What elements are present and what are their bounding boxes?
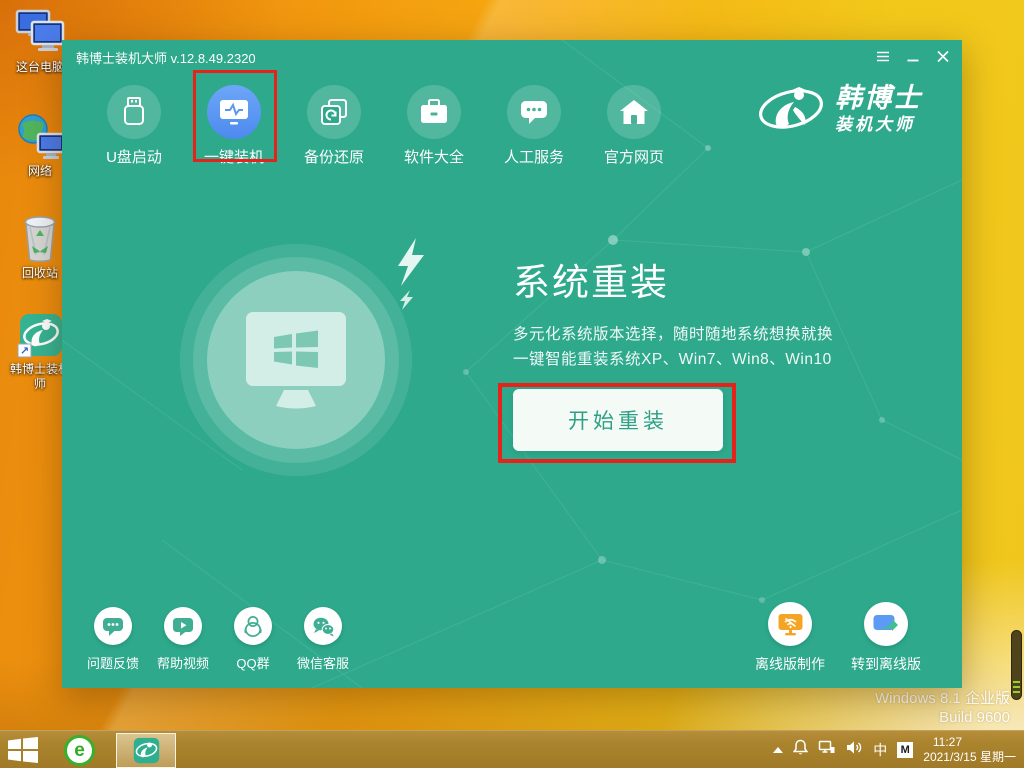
hanboshi-app-icon [132,736,161,765]
titlebar: 韩博士装机大师 v.12.8.49.2320 [62,40,962,70]
hero-system-circle [180,244,412,476]
offline-label: 转到离线版 [838,654,934,674]
video-bubble-icon [172,616,194,637]
offline-actions: 离线版制作 转到离线版 [742,602,934,674]
app-window: 韩博士装机大师 v.12.8.49.2320 [62,40,962,688]
clock-date: 2021/3/15 星期一 [923,750,1016,764]
software-briefcase-icon [418,97,450,127]
wechat-icon [312,616,335,637]
screen-edge-widget[interactable] [1011,630,1022,700]
volume-tray-button[interactable] [846,740,863,760]
support-links: 问题反馈 帮助视频 [78,607,358,672]
support-item-feedback[interactable]: 问题反馈 [78,607,148,672]
clock-time: 11:27 [923,735,1016,750]
support-label: 帮助视频 [148,653,218,672]
nav-item-usb-boot[interactable]: U盘启动 [84,85,184,167]
chat-service-icon [518,97,550,127]
hero-section: 系统重装 多元化系统版本选择，随时随地系统想换就换 一键智能重装系统XP、Win… [513,252,833,372]
nav-item-one-key-install[interactable]: 一键装机 [184,85,284,167]
watermark-build: Build 9600 [939,709,1010,726]
feedback-bubble-icon [102,616,124,637]
hanboshi-logo-icon [757,82,825,136]
windows-monitor-icon [239,308,353,412]
qq-penguin-icon [242,615,264,637]
offline-item-make[interactable]: 离线版制作 [742,602,838,674]
brand-name: 韩博士 [835,85,922,112]
nav-label: 软件大全 [384,146,484,167]
lightning-bolt-icon [392,238,438,312]
close-button[interactable] [936,50,950,63]
recycle-bin-icon [16,210,64,264]
support-label: 微信客服 [288,653,358,672]
main-nav: U盘启动 一键装机 [84,85,684,167]
window-title: 韩博士装机大师 v.12.8.49.2320 [76,48,256,67]
windows-start-icon [8,737,38,763]
hero-desc-line2: 一键智能重装系统XP、Win7、Win8、Win10 [513,351,832,368]
support-item-help-videos[interactable]: 帮助视频 [148,607,218,672]
nav-item-software-collection[interactable]: 软件大全 [384,85,484,167]
menu-button[interactable] [876,50,890,63]
system-tray: 中 M 11:27 2021/3/15 星期一 [773,731,1018,768]
brand-subtitle: 装机大师 [835,116,922,133]
start-button[interactable] [8,737,38,763]
hero-desc-line1: 多元化系统版本选择，随时随地系统想换就换 [513,326,833,343]
hanboshi-shortcut-icon: ↗ [16,312,64,360]
ime-mode-button[interactable]: M [897,742,913,758]
network-icon [818,740,836,755]
network-tray-button[interactable] [818,740,836,760]
watermark-edition: Windows 8.1 企业版 [875,690,1010,707]
offline-make-icon [777,611,804,638]
speaker-icon [846,740,863,755]
nav-item-human-service[interactable]: 人工服务 [484,85,584,167]
usb-drive-icon [119,96,149,128]
show-hidden-icons-button[interactable] [773,747,783,753]
start-reinstall-button[interactable]: 开始重装 [513,389,723,451]
browser-e-logo: e [74,741,85,760]
offline-label: 离线版制作 [742,654,838,674]
support-item-wechat-service[interactable]: 微信客服 [288,607,358,672]
support-label: QQ群 [218,653,288,672]
menu-icon [876,50,890,63]
nav-label: 一键装机 [184,146,284,167]
svg-text:↗: ↗ [20,346,29,358]
this-pc-icon [14,8,66,58]
bell-icon [793,739,808,756]
hanboshi-taskbar-button[interactable] [116,733,176,768]
minimize-icon [906,50,920,63]
nav-label: 人工服务 [484,146,584,167]
hero-title: 系统重装 [513,252,833,306]
nav-label: 备份还原 [284,146,384,167]
ime-language-button[interactable]: 中 [873,740,887,760]
nav-label: U盘启动 [84,146,184,167]
nav-item-backup-restore[interactable]: 备份还原 [284,85,384,167]
monitor-pulse-icon [217,96,251,128]
taskbar: e [0,730,1024,768]
browser-taskbar-button[interactable]: e [64,735,95,766]
desktop: 这台电脑 网络 回收站 ↗ [0,0,1024,768]
brand-logo: 韩博士 装机大师 [757,82,922,136]
backup-restore-icon [318,96,350,128]
taskbar-clock[interactable]: 11:27 2021/3/15 星期一 [923,735,1018,765]
support-label: 问题反馈 [78,653,148,672]
windows-watermark: Windows 8.1 企业版 Build 9600 [875,689,1010,727]
home-icon [618,97,650,127]
offline-go-icon [872,611,900,637]
close-icon [936,50,950,63]
nav-item-official-website[interactable]: 官方网页 [584,85,684,167]
notification-bell-button[interactable] [793,739,808,761]
nav-label: 官方网页 [584,146,684,167]
offline-item-switch[interactable]: 转到离线版 [838,602,934,674]
network-icon [14,112,66,162]
minimize-button[interactable] [906,50,920,63]
support-item-qq-group[interactable]: QQ群 [218,607,288,672]
